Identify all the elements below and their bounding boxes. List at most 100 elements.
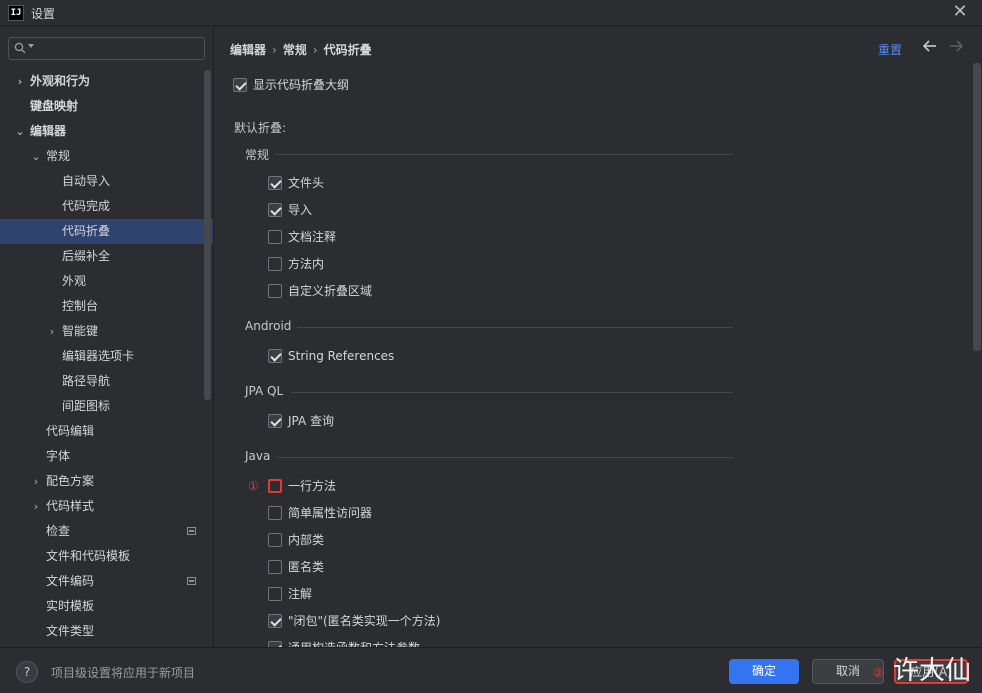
sidebar-item[interactable]: 自动导入 — [0, 169, 213, 194]
sidebar-item-label: 代码完成 — [62, 199, 111, 213]
sidebar-item-label: 路径导航 — [62, 374, 111, 388]
reset-link[interactable]: 重置 — [878, 41, 902, 58]
show-outline-label: 显示代码折叠大纲 — [253, 78, 350, 92]
arrow-left-icon[interactable] — [921, 37, 939, 55]
chevron-right-icon[interactable]: › — [30, 494, 42, 519]
fold-option-checkbox[interactable] — [268, 479, 282, 493]
fold-option-label: 通用构造函数和方法参数 — [288, 638, 420, 647]
chevron-down-icon[interactable]: ⌄ — [30, 144, 42, 169]
fold-option-checkbox[interactable] — [268, 614, 282, 628]
sidebar-item[interactable]: › 代码样式 — [0, 494, 213, 519]
fold-option-checkbox[interactable] — [268, 257, 282, 271]
close-icon[interactable]: ✕ — [950, 2, 970, 22]
breadcrumb-item-editor[interactable]: 编辑器 — [230, 43, 266, 57]
sidebar-item[interactable]: ⌄ 编辑器 — [0, 119, 213, 144]
sidebar-item[interactable]: 代码编辑 — [0, 419, 213, 444]
sidebar-item[interactable]: 文件编码 — [0, 569, 213, 594]
sidebar-item-label: 间距图标 — [62, 399, 111, 413]
fold-option-label: 匿名类 — [288, 560, 325, 574]
annotation-2: ② — [873, 666, 884, 680]
sidebar-item-label: 代码编辑 — [46, 424, 95, 438]
chevron-right-icon[interactable]: › — [14, 69, 26, 94]
default-fold-label: 默认折叠: — [234, 121, 287, 135]
sidebar-item-label: 编辑器选项卡 — [62, 349, 135, 363]
fold-option-checkbox[interactable] — [268, 230, 282, 244]
sidebar-item[interactable]: 外观 — [0, 269, 213, 294]
sidebar-item[interactable]: › 外观和行为 — [0, 69, 213, 94]
sidebar-item[interactable]: 路径导航 — [0, 369, 213, 394]
annotation-1: ① — [248, 479, 259, 493]
fold-option-checkbox[interactable] — [268, 176, 282, 190]
sidebar-item-label: 文件编码 — [46, 574, 95, 588]
search-icon — [14, 42, 26, 54]
group-divider — [277, 457, 733, 458]
sidebar-item-label: 检查 — [46, 524, 71, 538]
breadcrumb: 编辑器 › 常规 › 代码折叠 — [230, 41, 372, 58]
sidebar-item[interactable]: 后缀补全 — [0, 244, 213, 269]
sidebar-item[interactable]: 实时模板 — [0, 594, 213, 619]
breadcrumb-separator-icon: › — [312, 43, 318, 57]
breadcrumb-item-general[interactable]: 常规 — [283, 43, 307, 57]
chevron-down-icon[interactable]: ⌄ — [14, 119, 26, 144]
sidebar-item[interactable]: 字体 — [0, 444, 213, 469]
sidebar-item-label: 外观和行为 — [30, 74, 91, 88]
chevron-down-icon — [28, 44, 34, 48]
fold-option-checkbox[interactable] — [268, 284, 282, 298]
sidebar-item-label: 外观 — [62, 274, 87, 288]
sidebar-scrollbar[interactable] — [204, 70, 211, 400]
sidebar-item[interactable]: 代码完成 — [0, 194, 213, 219]
fold-option-checkbox[interactable] — [268, 203, 282, 217]
sidebar-item-label: 文件类型 — [46, 624, 95, 638]
settings-sidebar: › 外观和行为键盘映射 ⌄ 编辑器 ⌄ 常规自动导入代码完成代码折叠后缀补全外观控制台 › 智… — [0, 27, 214, 647]
sidebar-item-label: 编辑器 — [30, 124, 67, 138]
sidebar-item-label: 键盘映射 — [30, 99, 79, 113]
help-button[interactable]: ? — [16, 661, 38, 683]
app-logo-icon: IJ — [8, 5, 24, 21]
chevron-right-icon[interactable]: › — [46, 319, 58, 344]
fold-option-label: 文件头 — [288, 176, 325, 190]
arrow-right-icon[interactable] — [947, 37, 965, 55]
sidebar-item-label: 代码折叠 — [62, 224, 111, 238]
sidebar-item-label: 代码样式 — [46, 499, 95, 513]
sidebar-item-label: 文件和代码模板 — [46, 549, 131, 563]
sidebar-item[interactable]: 文件和代码模板 — [0, 544, 213, 569]
sidebar-item[interactable]: 控制台 — [0, 294, 213, 319]
sidebar-item[interactable]: › 配色方案 — [0, 469, 213, 494]
group-title: Android — [245, 319, 292, 333]
fold-option-checkbox[interactable] — [268, 414, 282, 428]
sidebar-item[interactable]: 编辑器选项卡 — [0, 344, 213, 369]
settings-content: 编辑器 › 常规 › 代码折叠 重置 显示代码折叠大纲 默认折叠: 常规 文件头 导入 文档注… — [215, 27, 982, 647]
fold-option-checkbox[interactable] — [268, 560, 282, 574]
fold-option-label: 一行方法 — [288, 479, 337, 493]
sidebar-item-label: 控制台 — [62, 299, 99, 313]
fold-option-label: 简单属性访问器 — [288, 506, 373, 520]
sidebar-item[interactable]: 文件类型 — [0, 619, 213, 644]
title-bar: IJ 设置 ✕ — [0, 0, 982, 26]
group-title: Java — [245, 449, 271, 463]
project-scope-icon — [187, 527, 196, 535]
fold-option-checkbox[interactable] — [268, 506, 282, 520]
chevron-right-icon[interactable]: › — [30, 469, 42, 494]
sidebar-item[interactable]: ⌄ 常规 — [0, 144, 213, 169]
fold-option-label: String References — [288, 349, 395, 363]
footer-hint: 项目级设置将应用于新项目 — [51, 666, 196, 680]
search-input[interactable] — [8, 37, 205, 60]
sidebar-item[interactable]: 检查 — [0, 519, 213, 544]
fold-option-label: 自定义折叠区域 — [288, 284, 373, 298]
ok-button[interactable]: 确定 — [729, 659, 799, 684]
fold-option-checkbox[interactable] — [268, 533, 282, 547]
sidebar-item[interactable]: 键盘映射 — [0, 94, 213, 119]
sidebar-item-label: 配色方案 — [46, 474, 95, 488]
fold-option-checkbox[interactable] — [268, 349, 282, 363]
group-divider — [275, 154, 733, 155]
sidebar-item-label: 常规 — [46, 149, 71, 163]
fold-option-checkbox[interactable] — [268, 587, 282, 601]
show-outline-checkbox[interactable] — [233, 78, 247, 92]
fold-option-label: 方法内 — [288, 257, 325, 271]
group-divider — [297, 327, 733, 328]
sidebar-item[interactable]: › 智能键 — [0, 319, 213, 344]
sidebar-item[interactable]: 间距图标 — [0, 394, 213, 419]
fold-option-label: JPA 查询 — [288, 414, 335, 428]
sidebar-item[interactable]: 代码折叠 — [0, 219, 213, 244]
content-scrollbar[interactable] — [973, 63, 981, 351]
